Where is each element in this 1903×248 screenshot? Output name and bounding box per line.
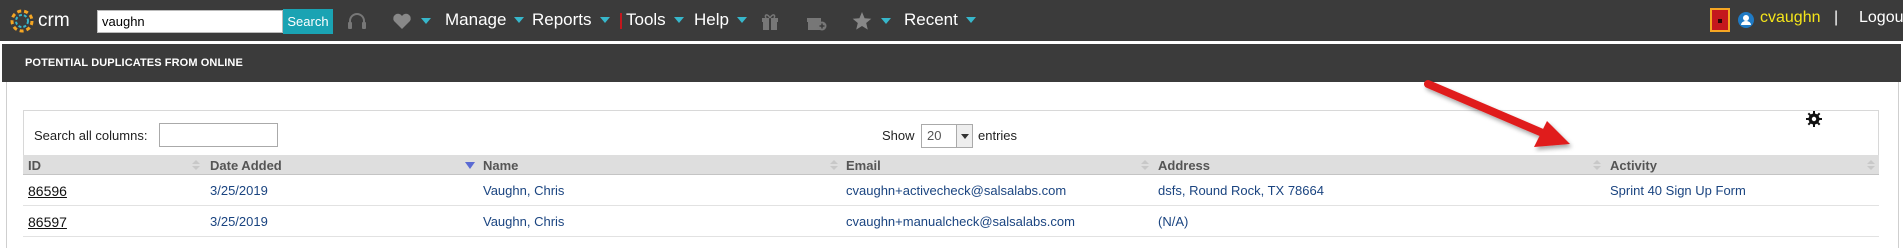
red-indicator-mark	[620, 13, 622, 29]
chevron-down-icon	[599, 17, 610, 23]
column-header-date-added[interactable]: Date Added	[210, 158, 282, 173]
show-label: Show	[882, 128, 915, 143]
column-header-activity[interactable]: Activity	[1610, 158, 1657, 173]
filter-label: Search all columns:	[34, 128, 148, 143]
table-header: ID Date Added Name Email Address Activit…	[23, 155, 1879, 175]
row-email: cvaughn+activecheck@salsalabs.com	[846, 183, 1067, 198]
menu-help[interactable]: Help	[694, 10, 747, 30]
username-link[interactable]: cvaughn	[1760, 9, 1821, 27]
menu-help-label: Help	[694, 10, 729, 29]
alert-icon[interactable]	[1710, 8, 1730, 32]
menu-manage-label: Manage	[445, 10, 507, 29]
logo-ring-icon	[10, 9, 34, 33]
sort-icon[interactable]	[830, 160, 838, 170]
heart-icon[interactable]	[390, 10, 414, 32]
gear-icon[interactable]	[1806, 111, 1822, 127]
top-nav-bar: crm Search Manage Reports Tools Help Rec…	[0, 0, 1903, 41]
menu-reports-label: Reports	[532, 10, 592, 29]
sort-icon[interactable]	[1867, 160, 1875, 170]
row-name: Vaughn, Chris	[483, 214, 565, 229]
page-length-value: 20	[927, 128, 942, 143]
column-header-id[interactable]: ID	[28, 158, 41, 173]
chevron-down-icon[interactable]	[421, 18, 431, 24]
column-header-name[interactable]: Name	[483, 158, 518, 173]
menu-manage[interactable]: Manage	[445, 10, 525, 30]
gift-plus-icon[interactable]	[804, 10, 828, 32]
row-date-added: 3/25/2019	[210, 214, 268, 229]
chevron-down-icon	[673, 17, 684, 23]
global-search-input[interactable]	[97, 10, 283, 33]
menu-recent[interactable]: Recent	[904, 10, 976, 30]
sort-descending-icon[interactable]	[465, 162, 475, 169]
user-badge-icon	[1738, 12, 1754, 28]
sort-icon[interactable]	[1593, 160, 1601, 170]
row-address: dsfs, Round Rock, TX 78664	[1158, 183, 1324, 198]
menu-tools[interactable]: Tools	[626, 10, 684, 30]
chevron-down-icon	[965, 17, 976, 23]
row-id-link[interactable]: 86597	[28, 214, 67, 230]
page-length-select[interactable]: 20	[921, 124, 973, 148]
sort-icon[interactable]	[192, 160, 200, 170]
row-date-added: 3/25/2019	[210, 183, 268, 198]
sort-icon[interactable]	[1141, 160, 1149, 170]
chevron-down-icon[interactable]	[881, 18, 891, 24]
star-icon[interactable]	[850, 10, 874, 32]
crm-logo[interactable]: crm	[8, 7, 70, 35]
search-button[interactable]: Search	[283, 9, 333, 34]
chevron-down-icon	[736, 17, 747, 23]
logo-text: crm	[38, 10, 70, 31]
entries-label: entries	[978, 128, 1018, 143]
menu-recent-label: Recent	[904, 10, 958, 29]
row-activity: Sprint 40 Sign Up Form	[1610, 183, 1746, 198]
nav-separator: |	[1834, 9, 1839, 26]
column-header-email[interactable]: Email	[846, 158, 881, 173]
row-name: Vaughn, Chris	[483, 183, 565, 198]
headset-icon[interactable]	[345, 10, 369, 32]
column-header-address[interactable]: Address	[1158, 158, 1210, 173]
panel-title: POTENTIAL DUPLICATES FROM ONLINE	[2, 44, 1901, 82]
chevron-down-icon	[514, 17, 525, 23]
menu-tools-label: Tools	[626, 10, 666, 29]
row-id-link[interactable]: 86596	[28, 183, 67, 199]
table-row: 86597 3/25/2019 Vaughn, Chris cvaughn+ma…	[23, 206, 1879, 237]
row-address: (N/A)	[1158, 214, 1189, 229]
duplicates-table: ID Date Added Name Email Address Activit…	[23, 155, 1879, 237]
logout-link[interactable]: Logout	[1859, 9, 1903, 27]
table-row: 86596 3/25/2019 Vaughn, Chris cvaughn+ac…	[23, 175, 1879, 206]
row-email: cvaughn+manualcheck@salsalabs.com	[846, 214, 1075, 229]
gift-icon[interactable]	[758, 10, 782, 32]
select-arrow-icon	[956, 125, 972, 147]
filter-search-input[interactable]	[159, 123, 278, 147]
menu-reports[interactable]: Reports	[532, 10, 610, 30]
